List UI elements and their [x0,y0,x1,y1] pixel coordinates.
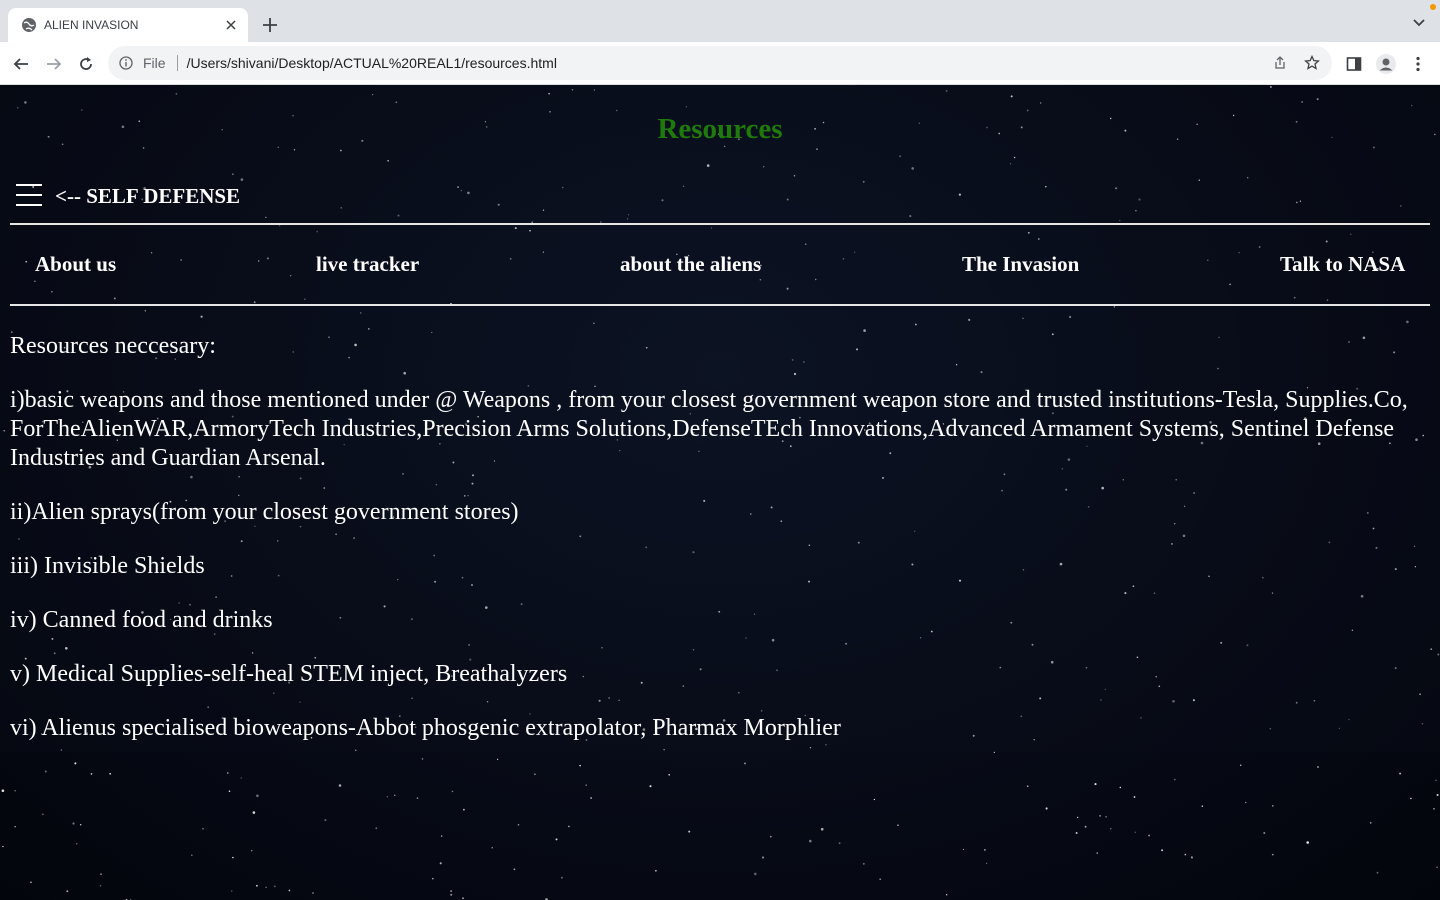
new-tab-button[interactable] [259,14,281,36]
resource-item: iv) Canned food and drinks [10,607,273,633]
nav-about-us[interactable]: About us [35,252,116,277]
page-viewport: Resources <-- SELF DEFENSE About us live… [0,85,1440,900]
address-url[interactable]: /Users/shivani/Desktop/ACTUAL%20REAL1/re… [187,55,1268,71]
more-vert-icon[interactable] [1406,52,1430,76]
address-bar[interactable]: File /Users/shivani/Desktop/ACTUAL%20REA… [108,46,1332,80]
bookmark-star-icon[interactable] [1300,51,1324,75]
info-icon[interactable] [118,55,134,71]
resource-item: i)basic weapons and those mentioned unde… [10,387,1408,471]
nav-talk-to-nasa[interactable]: Talk to NASA [1280,252,1405,277]
nav-about-the-aliens[interactable]: about the aliens [620,252,761,277]
update-indicator-dot [1430,4,1436,10]
hamburger-menu-icon[interactable] [16,184,42,206]
nav-divider-bottom [10,304,1430,306]
profile-avatar-icon[interactable] [1374,52,1398,76]
side-panel-icon[interactable] [1342,52,1366,76]
back-button[interactable] [9,52,33,76]
resource-item: vi) Alienus specialised bioweapons-Abbot… [10,715,841,741]
resources-heading: Resources neccesary: [10,333,216,359]
nav-the-invasion[interactable]: The Invasion [962,252,1079,277]
globe-icon [21,17,37,33]
main-nav: About us live tracker about the aliens T… [10,252,1430,282]
share-icon[interactable] [1268,51,1292,75]
address-divider [176,55,178,71]
browser-toolbar: File /Users/shivani/Desktop/ACTUAL%20REA… [0,42,1440,85]
address-scheme-label: File [143,55,166,71]
resource-item: iii) Invisible Shields [10,553,205,579]
nav-divider-top [10,223,1430,225]
page-title: Resources [657,113,783,145]
resource-item: v) Medical Supplies-self-heal STEM injec… [10,661,568,687]
forward-button[interactable] [42,52,66,76]
resource-item: ii)Alien sprays(from your closest govern… [10,499,519,525]
tab-title: ALIEN INVASION [44,18,139,32]
nav-live-tracker[interactable]: live tracker [316,252,419,277]
browser-tab[interactable]: ALIEN INVASION [8,8,248,42]
chevron-down-icon[interactable] [1412,16,1426,30]
close-tab-icon[interactable] [223,17,239,33]
browser-tab-bar: ALIEN INVASION [0,0,1440,42]
self-defense-link[interactable]: <-- SELF DEFENSE [55,184,240,209]
page-content: Resources <-- SELF DEFENSE About us live… [0,85,1440,752]
reload-button[interactable] [74,52,98,76]
